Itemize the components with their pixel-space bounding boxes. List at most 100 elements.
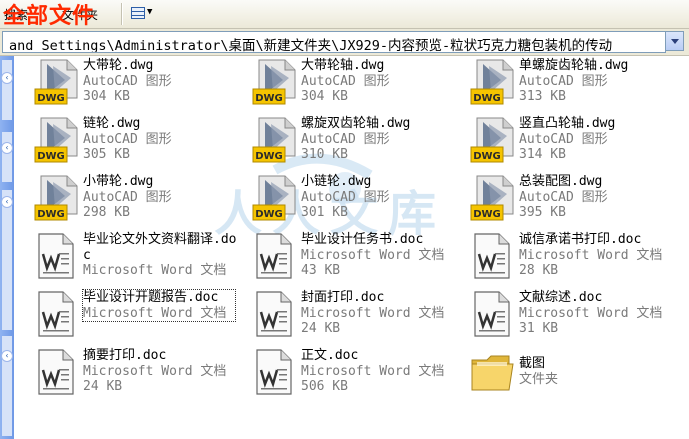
address-bar: and Settings\Administrator\桌面\新建文件夹\JX92…	[0, 29, 689, 56]
task-pane: ‹ ‹ ‹ ‹	[0, 56, 14, 439]
svg-text:DWG: DWG	[37, 93, 65, 104]
svg-text:DWG: DWG	[255, 93, 283, 104]
svg-text:DWG: DWG	[255, 151, 283, 162]
file-size: 301 KB	[301, 205, 348, 220]
word-doc-icon	[38, 233, 74, 279]
word-doc-icon	[256, 233, 292, 279]
file-name: 正文.doc	[301, 348, 359, 363]
file-item[interactable]: DWG 大带轮轴.dwg AutoCAD 图形 304 KB	[251, 58, 466, 116]
svg-text:DWG: DWG	[473, 151, 501, 162]
word-doc-icon	[38, 291, 74, 337]
file-info: 大带轮轴.dwg AutoCAD 图形 304 KB	[301, 58, 461, 105]
collapse-button[interactable]: ‹	[1, 142, 13, 154]
file-info: 毕业设计开题报告.doc Microsoft Word 文档	[82, 289, 236, 322]
file-type: Microsoft Word 文档	[83, 263, 227, 278]
file-info: 总装配图.dwg AutoCAD 图形 395 KB	[519, 174, 679, 221]
file-info: 诚信承诺书打印.doc Microsoft Word 文档 28 KB	[519, 232, 679, 279]
folder-item[interactable]: 截图 文件夹	[469, 348, 684, 406]
file-item[interactable]: 文献综述.doc Microsoft Word 文档 31 KB	[469, 290, 684, 348]
file-info: 螺旋双齿轮轴.dwg AutoCAD 图形 310 KB	[301, 116, 461, 163]
file-name: 小带轮.dwg	[83, 174, 154, 189]
file-type: AutoCAD 图形	[83, 189, 172, 205]
file-item[interactable]: DWG 竖直凸轮轴.dwg AutoCAD 图形 314 KB	[469, 116, 684, 174]
dwg-file-icon: DWG	[470, 59, 514, 105]
dwg-file-icon: DWG	[34, 117, 78, 163]
address-path: and Settings\Administrator\桌面\新建文件夹\JX92…	[9, 38, 613, 53]
file-type: Microsoft Word 文档	[301, 305, 445, 321]
file-type: Microsoft Word 文档	[301, 247, 445, 263]
file-type: AutoCAD 图形	[83, 131, 172, 147]
file-type: Microsoft Word 文档	[83, 305, 227, 321]
file-item[interactable]: 摘要打印.doc Microsoft Word 文档 24 KB	[33, 348, 248, 406]
file-info: 大带轮.dwg AutoCAD 图形 304 KB	[83, 58, 243, 105]
file-name: 诚信承诺书打印.doc	[519, 232, 642, 247]
file-item[interactable]: DWG 单螺旋齿轮轴.dwg AutoCAD 图形 313 KB	[469, 58, 684, 116]
file-info: 文献综述.doc Microsoft Word 文档 31 KB	[519, 290, 679, 337]
file-item[interactable]: 毕业设计任务书.doc Microsoft Word 文档 43 KB	[251, 232, 466, 290]
file-info: 小链轮.dwg AutoCAD 图形 301 KB	[301, 174, 461, 221]
file-size: 304 KB	[301, 89, 348, 104]
file-type: Microsoft Word 文档	[301, 363, 445, 379]
file-name: 单螺旋齿轮轴.dwg	[519, 58, 629, 73]
dwg-file-icon: DWG	[470, 117, 514, 163]
word-doc-icon	[474, 291, 510, 337]
collapse-button[interactable]: ‹	[1, 350, 13, 362]
dwg-file-icon: DWG	[34, 59, 78, 105]
svg-text:DWG: DWG	[37, 209, 65, 220]
file-item[interactable]: 正文.doc Microsoft Word 文档 506 KB	[251, 348, 466, 406]
file-name: 总装配图.dwg	[519, 174, 603, 189]
address-dropdown-button[interactable]	[665, 31, 684, 51]
file-item[interactable]: 毕业设计开题报告.doc Microsoft Word 文档	[33, 289, 248, 348]
address-field[interactable]: and Settings\Administrator\桌面\新建文件夹\JX92…	[2, 31, 666, 53]
svg-text:DWG: DWG	[473, 93, 501, 104]
svg-text:DWG: DWG	[473, 209, 501, 220]
file-size: 314 KB	[519, 147, 566, 162]
task-pane-section	[2, 190, 12, 330]
file-name: 大带轮轴.dwg	[301, 58, 385, 73]
views-button[interactable]: ▼	[131, 5, 157, 23]
file-info: 摘要打印.doc Microsoft Word 文档 24 KB	[83, 348, 243, 395]
file-type: AutoCAD 图形	[83, 73, 172, 89]
file-type: AutoCAD 图形	[519, 73, 608, 89]
collapse-button[interactable]: ‹	[1, 196, 13, 208]
file-item[interactable]: 诚信承诺书打印.doc Microsoft Word 文档 28 KB	[469, 232, 684, 290]
file-item[interactable]: 封面打印.doc Microsoft Word 文档 24 KB	[251, 290, 466, 348]
chevron-down-icon: ▼	[147, 7, 153, 17]
file-item[interactable]: DWG 螺旋双齿轮轴.dwg AutoCAD 图形 310 KB	[251, 116, 466, 174]
file-size: 304 KB	[83, 89, 130, 104]
file-type: AutoCAD 图形	[301, 73, 390, 89]
word-doc-icon	[256, 291, 292, 337]
file-size: 506 KB	[301, 379, 348, 394]
file-name: 竖直凸轮轴.dwg	[519, 116, 616, 131]
file-item[interactable]: DWG 小带轮.dwg AutoCAD 图形 298 KB	[33, 174, 248, 232]
file-size: 310 KB	[301, 147, 348, 162]
word-doc-icon	[38, 349, 74, 395]
toolbar-separator	[121, 3, 123, 25]
file-item[interactable]: DWG 小链轮.dwg AutoCAD 图形 301 KB	[251, 174, 466, 232]
file-item[interactable]: 毕业论文外文资料翻译.doc Microsoft Word 文档	[33, 232, 248, 290]
folder-info: 截图 文件夹	[519, 356, 679, 387]
file-item[interactable]: DWG 链轮.dwg AutoCAD 图形 305 KB	[33, 116, 248, 174]
collapse-button[interactable]: ‹	[1, 72, 13, 84]
task-pane-section	[2, 60, 12, 120]
file-type: Microsoft Word 文档	[519, 305, 663, 321]
file-name: 毕业设计开题报告.doc	[83, 290, 219, 305]
file-info: 竖直凸轮轴.dwg AutoCAD 图形 314 KB	[519, 116, 679, 163]
file-name: 链轮.dwg	[83, 116, 141, 131]
file-name: 毕业设计任务书.doc	[301, 232, 424, 247]
file-size: 24 KB	[301, 321, 341, 336]
file-name: 摘要打印.doc	[83, 348, 167, 363]
folder-type: 文件夹	[519, 371, 559, 387]
dwg-file-icon: DWG	[34, 175, 78, 221]
folder-icon	[471, 355, 514, 391]
file-type: Microsoft Word 文档	[83, 363, 227, 379]
file-info: 单螺旋齿轮轴.dwg AutoCAD 图形 313 KB	[519, 58, 679, 105]
file-name: 螺旋双齿轮轴.dwg	[301, 116, 411, 131]
file-size: 28 KB	[519, 263, 559, 278]
file-item[interactable]: DWG 总装配图.dwg AutoCAD 图形 395 KB	[469, 174, 684, 232]
file-item[interactable]: DWG 大带轮.dwg AutoCAD 图形 304 KB	[33, 58, 248, 116]
svg-text:DWG: DWG	[37, 151, 65, 162]
file-size: 24 KB	[83, 379, 123, 394]
file-info: 正文.doc Microsoft Word 文档 506 KB	[301, 348, 461, 395]
folder-name: 截图	[519, 356, 546, 371]
